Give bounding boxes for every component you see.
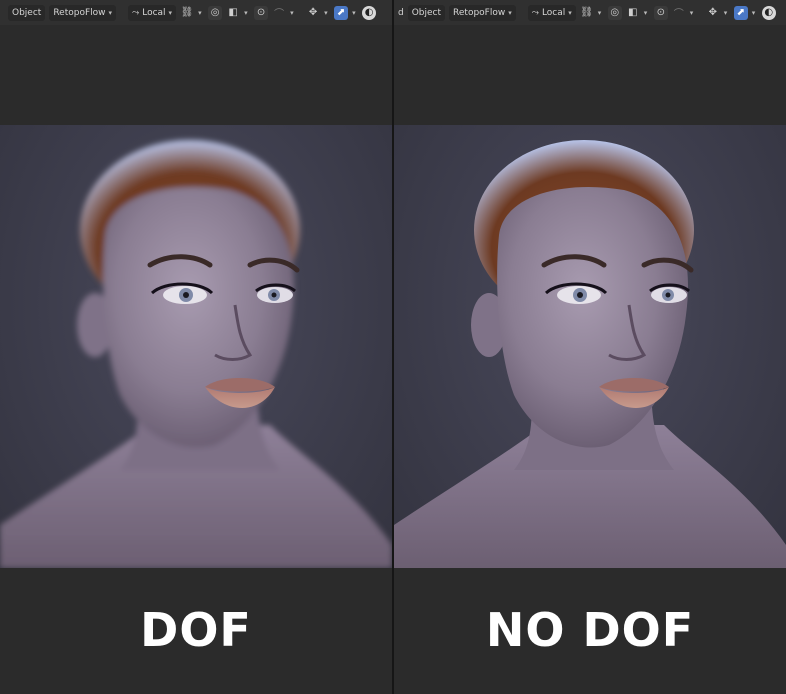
retopoflow-dropdown[interactable]: RetopoFlow ▾ xyxy=(449,4,516,21)
caption-dof: DOF xyxy=(140,603,252,657)
proportional-edit-icon[interactable]: ⊙ xyxy=(254,5,269,20)
chevron-down-icon: ▾ xyxy=(244,8,248,17)
chevron-down-icon: ▾ xyxy=(508,8,512,17)
orientation-dropdown[interactable]: ⤳ Local ▾ xyxy=(527,4,576,21)
chevron-down-icon: ▾ xyxy=(643,8,648,17)
shading-icon[interactable]: ◐ xyxy=(761,5,776,20)
cube-icon[interactable]: ◧ xyxy=(226,6,240,20)
proportional-edit-icon[interactable]: ⊙ xyxy=(653,5,668,20)
retopoflow-dropdown[interactable]: RetopoFlow ▾ xyxy=(49,4,117,21)
orientation-dropdown[interactable]: ⤳ Local ▾ xyxy=(128,4,177,21)
falloff-icon[interactable]: ⌒ xyxy=(672,6,686,20)
overlay-icon[interactable]: ⬈ xyxy=(733,5,748,20)
chevron-down-icon: ▾ xyxy=(168,8,173,17)
transform-orientation-icon: ⤳ xyxy=(132,7,140,18)
chevron-down-icon: ▾ xyxy=(689,8,694,17)
chevron-down-icon: ▾ xyxy=(568,8,572,17)
chevron-down-icon: ▾ xyxy=(198,8,202,17)
chevron-down-icon: ▾ xyxy=(723,8,728,17)
link-icon[interactable]: ⛓ xyxy=(180,6,194,20)
viewport-header-right: d Object RetopoFlow ▾ ⤳ Local ▾ ⛓ ▾ ◎ ◧ ▾ ⊙ ⌒… xyxy=(394,0,786,25)
caption-no-dof: NO DOF xyxy=(485,603,695,657)
portrait-render xyxy=(0,140,392,568)
viewport-panel-left: Object RetopoFlow ▾ ⤳ Local ▾ ⛓ ▾ ◎ ◧ ▾ ⊙ ⌒ ▾ … xyxy=(0,0,392,694)
render-viewport-left[interactable] xyxy=(0,125,392,568)
chevron-down-icon: ▾ xyxy=(597,8,602,17)
snap-icon[interactable]: ◎ xyxy=(607,5,622,20)
chevron-down-icon: ▾ xyxy=(108,8,113,17)
viewport-panel-right: d Object RetopoFlow ▾ ⤳ Local ▾ ⛓ ▾ ◎ ◧ ▾ ⊙ ⌒… xyxy=(394,0,786,694)
cube-icon[interactable]: ◧ xyxy=(626,6,640,20)
gizmo-icon[interactable]: ✥ xyxy=(706,6,720,20)
falloff-icon[interactable]: ⌒ xyxy=(272,6,286,20)
portrait-render xyxy=(394,140,786,568)
chevron-down-icon: ▾ xyxy=(290,8,294,17)
gizmo-icon[interactable]: ✥ xyxy=(306,6,320,20)
transform-orientation-icon: ⤳ xyxy=(531,7,539,18)
render-viewport-right[interactable] xyxy=(394,125,786,568)
viewport-header-left: Object RetopoFlow ▾ ⤳ Local ▾ ⛓ ▾ ◎ ◧ ▾ ⊙ ⌒ ▾ … xyxy=(0,0,392,25)
chevron-down-icon: ▾ xyxy=(324,8,328,17)
overlay-icon[interactable]: ⬈ xyxy=(334,5,349,20)
header-prefix: d xyxy=(398,7,404,18)
link-icon[interactable]: ⛓ xyxy=(580,6,594,20)
snap-icon[interactable]: ◎ xyxy=(208,5,223,20)
mode-dropdown[interactable]: Object xyxy=(8,4,46,21)
shading-icon[interactable]: ◐ xyxy=(362,5,377,20)
mode-dropdown[interactable]: Object xyxy=(407,4,446,21)
chevron-down-icon: ▾ xyxy=(352,8,356,17)
chevron-down-icon: ▾ xyxy=(751,8,756,17)
